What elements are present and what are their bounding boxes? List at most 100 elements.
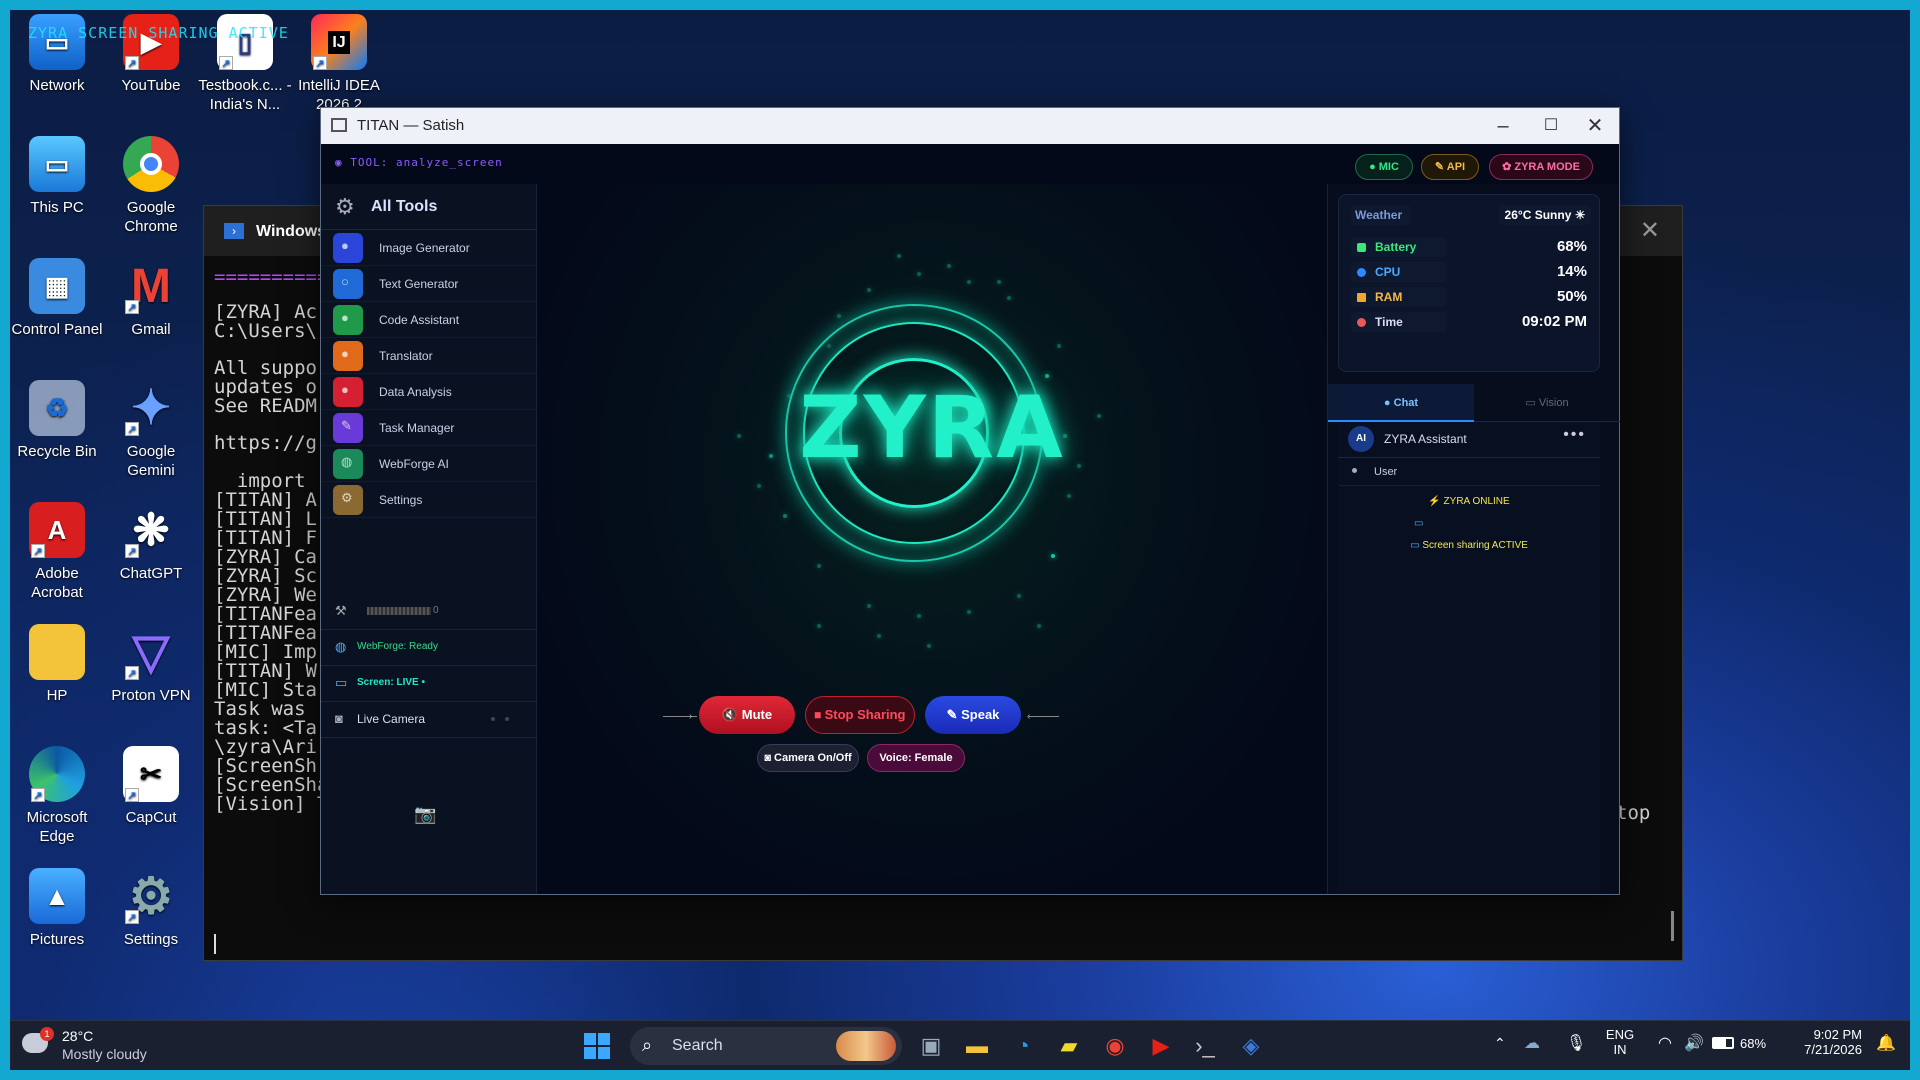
terminal-line: C:\Users\ [214, 320, 317, 342]
desktop-icon-protonvpn[interactable]: ▽ ↗ Proton VPN [104, 624, 198, 705]
desktop-icon-acrobat[interactable]: A ↗ Adobe Acrobat [10, 502, 104, 602]
weather-desc[interactable]: Mostly cloudy [62, 1046, 147, 1062]
desktop-icon-settings[interactable]: ⚙ ↗ Settings [104, 868, 198, 949]
sidebar-item-label: Settings [379, 493, 423, 507]
speak-button[interactable]: ✎ Speak [925, 696, 1021, 734]
start-button[interactable] [584, 1033, 610, 1059]
mic-pill[interactable]: ● MIC [1355, 154, 1413, 180]
sidebar-item-settings[interactable]: ⚙ Settings [321, 482, 537, 518]
system-stats: Weather 26°C Sunny ☀ Battery 68% CPU 14%… [1338, 194, 1600, 372]
assistant-name: ZYRA Assistant [1384, 432, 1467, 446]
python-icon[interactable]: ◈ [1236, 1031, 1266, 1061]
battery-label-box: Battery [1351, 237, 1447, 257]
api-pill-label: API [1446, 161, 1466, 173]
window-icon [331, 118, 347, 132]
desktop-icon-pictures[interactable]: ▲ Pictures [10, 868, 104, 949]
onedrive-icon[interactable]: ☁ [1524, 1033, 1540, 1053]
tool-icon: ◍ [333, 449, 363, 479]
terminal-icon[interactable]: ›_ [1190, 1031, 1220, 1061]
search-box[interactable]: ⌕ Search [630, 1027, 902, 1065]
time-row: Time 09:02 PM [1351, 310, 1591, 334]
sidebar-header-label: All Tools [371, 198, 438, 215]
progress-value: 0 [433, 605, 439, 616]
zyra-mode-pill[interactable]: ✿ ZYRA MODE [1489, 154, 1593, 180]
api-pill[interactable]: ✎ API [1421, 154, 1479, 180]
chat-header: AI ZYRA Assistant ••• [1338, 422, 1600, 458]
desktop-icon-gemini[interactable]: ✦ ↗ Google Gemini [104, 380, 198, 480]
sidebar-item-webforge-ai[interactable]: ◍ WebForge AI [321, 446, 537, 482]
clock[interactable]: 9:02 PM 7/21/2026 [1782, 1027, 1862, 1057]
wifi-icon[interactable]: ◠ [1658, 1033, 1672, 1053]
sidebar-item-image-generator[interactable]: ● Image Generator [321, 230, 537, 266]
titan-window[interactable]: TITAN — Satish – ☐ ✕ ◉ TOOL: analyze_scr… [320, 107, 1620, 895]
time-value: 09:02 PM [1521, 313, 1587, 330]
maximize-button[interactable]: ☐ [1531, 112, 1571, 140]
youtube-icon[interactable]: ▶ [1146, 1031, 1176, 1061]
snapshot-camera-icon[interactable]: 📷 [414, 804, 436, 825]
volume-icon[interactable]: 🔊 [1684, 1033, 1704, 1053]
sidebar-item-task-manager[interactable]: ✎ Task Manager [321, 410, 537, 446]
chrome-icon[interactable]: ◉ [1100, 1031, 1130, 1061]
battery-icon[interactable] [1712, 1037, 1734, 1049]
close-button[interactable]: ✕ [1575, 112, 1615, 140]
camera-toggle-button[interactable]: ◙ Camera On/Off [757, 744, 859, 772]
voice-button[interactable]: Voice: Female [867, 744, 965, 772]
weather-value: 26°C Sunny ☀ [1499, 205, 1591, 225]
titan-titlebar[interactable]: TITAN — Satish – ☐ ✕ [321, 108, 1619, 144]
capcut-icon: ✂ ↗ [123, 746, 179, 802]
mute-button[interactable]: 🔇 Mute [699, 696, 795, 734]
desktop-icon-control-panel[interactable]: ▦ Control Panel [10, 258, 104, 339]
microphone-icon[interactable]: 🎙 [1566, 1033, 1586, 1053]
stop-sharing-button[interactable]: ⏹ Stop Sharing [805, 696, 915, 734]
sidebar-item-translator[interactable]: ● Translator [321, 338, 537, 374]
tool-glyph-icon: ⚙ [341, 490, 353, 505]
frame-left [0, 0, 10, 1080]
online-message: ⚡ ZYRA ONLINE [1338, 496, 1600, 507]
task-view-icon[interactable]: ▣ [916, 1031, 946, 1061]
desktop-icon-intellij[interactable]: IJ ↗ IntelliJ IDEA 2026.2 [292, 14, 386, 114]
speak-icon: ✎ [946, 707, 958, 722]
zyra-mode-label: ZYRA MODE [1514, 161, 1580, 173]
tab-vision[interactable]: ▭ Vision [1474, 384, 1620, 422]
tool-icon: ○ [333, 269, 363, 299]
desktop-icon-label: Gmail [131, 321, 171, 338]
desktop-icon-chrome[interactable]: Google Chrome [104, 136, 198, 236]
desktop-icon-gmail[interactable]: M ↗ Gmail [104, 258, 198, 339]
tab-chat[interactable]: ● Chat [1328, 384, 1474, 422]
desktop-icon-chatgpt[interactable]: ❋ ↗ ChatGPT [104, 502, 198, 583]
chat-area: AI ZYRA Assistant ••• User ⚡ ZYRA ONLINE… [1338, 422, 1600, 892]
tab-chat-label: Chat [1393, 397, 1419, 409]
particle [757, 484, 761, 488]
tool-icon: ⚙ [333, 485, 363, 515]
more-options-icon[interactable]: ••• [1563, 426, 1586, 444]
sidebar-item-text-generator[interactable]: ○ Text Generator [321, 266, 537, 302]
sticky-notes-icon[interactable]: ▰ [1054, 1031, 1084, 1061]
particle [783, 514, 787, 518]
time-label-box: Time [1351, 312, 1447, 332]
close-icon[interactable]: ✕ [1640, 216, 1660, 245]
desktop-icon-hp[interactable]: HP [10, 624, 104, 705]
language-indicator[interactable]: ENG IN [1604, 1027, 1636, 1057]
sidebar-item-code-assistant[interactable]: ● Code Assistant [321, 302, 537, 338]
sidebar-header[interactable]: ⚙ All Tools [321, 184, 537, 230]
chevron-up-icon[interactable]: ⌃ [1494, 1035, 1506, 1052]
minimize-button[interactable]: – [1483, 112, 1523, 140]
live-camera-label: Live Camera [357, 712, 426, 726]
chat-icon: ● [1383, 397, 1391, 409]
camera-icon: ◙ [335, 711, 343, 726]
edge-icon[interactable]: ◔ [1008, 1031, 1038, 1061]
desktop-icon-edge[interactable]: ↗ Microsoft Edge [10, 746, 104, 846]
desktop-icon-recycle-bin[interactable]: ♻ Recycle Bin [10, 380, 104, 461]
clock-time: 9:02 PM [1813, 1027, 1862, 1042]
sidebar-item-data-analysis[interactable]: ● Data Analysis [321, 374, 537, 410]
live-camera-row[interactable]: ◙ Live Camera [321, 702, 537, 738]
desktop-icon-label: Google Gemini [126, 443, 176, 479]
desktop-icon-this-pc[interactable]: ▭ This PC [10, 136, 104, 217]
notification-bell-icon[interactable]: 🔔 [1876, 1033, 1896, 1053]
desktop-icon-capcut[interactable]: ✂ ↗ CapCut [104, 746, 198, 827]
weather-temp[interactable]: 28°C [62, 1028, 93, 1044]
file-explorer-icon[interactable]: ▬ [962, 1031, 992, 1061]
terminal-scrollbar[interactable] [1671, 911, 1674, 941]
progress-bar [367, 607, 431, 615]
right-panel: Weather 26°C Sunny ☀ Battery 68% CPU 14%… [1327, 184, 1620, 894]
